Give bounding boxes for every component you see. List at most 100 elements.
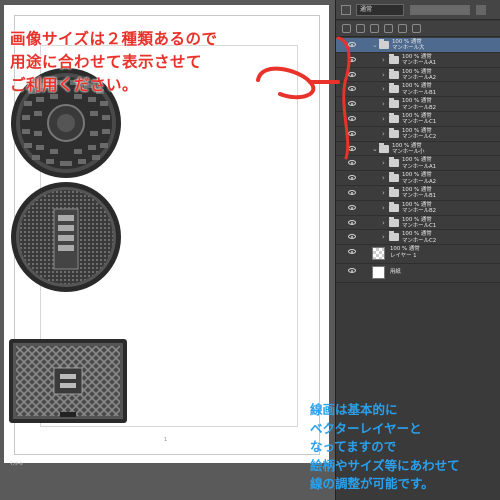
folder-icon — [389, 216, 399, 227]
layer-row[interactable]: 用紙 — [336, 264, 500, 284]
layer-name: 用紙 — [390, 269, 401, 276]
chevron-right-icon[interactable]: › — [382, 204, 385, 212]
layer-mode: 100 % 通常 — [390, 246, 420, 253]
layer-mode: 100 % 通常 — [402, 157, 432, 164]
layer-name: マンホール大 — [392, 45, 425, 52]
chevron-right-icon[interactable]: › — [382, 56, 385, 64]
layer-row[interactable]: › 100 % 通常 マンホールC1 — [336, 111, 500, 127]
folder-icon — [389, 68, 399, 79]
layer-name: レイヤー 1 — [390, 252, 417, 259]
reference-icon[interactable] — [356, 24, 365, 33]
chevron-right-icon[interactable]: › — [382, 233, 385, 241]
layer-label: 100 % 通常 マンホールB1 — [402, 83, 436, 96]
ruler-icon[interactable] — [398, 24, 407, 33]
layer-name: マンホールC1 — [402, 222, 437, 229]
chevron-down-icon[interactable]: ⌄ — [372, 41, 378, 49]
layer-row[interactable]: › 100 % 通常 マンホールA1 — [336, 52, 500, 68]
layer-thumbnail — [372, 247, 385, 261]
layer-row[interactable]: 100 % 通常 レイヤー 1 — [336, 245, 500, 265]
eye-icon[interactable] — [348, 42, 356, 47]
palette-icon[interactable] — [412, 24, 421, 33]
chevron-right-icon[interactable]: › — [382, 130, 385, 138]
layer-mode: 100 % 通常 — [402, 231, 432, 238]
blue-annotation-line: ベクターレイヤーと — [310, 420, 422, 436]
menu-icon[interactable] — [476, 5, 486, 15]
eye-icon[interactable] — [348, 71, 356, 77]
folder-icon — [389, 53, 399, 64]
chevron-right-icon[interactable]: › — [382, 159, 385, 167]
folder-icon — [389, 98, 399, 109]
folder-icon — [379, 39, 389, 49]
folder-icon — [389, 201, 399, 212]
canvas-area[interactable]: 1 ﾏﾝﾎｰﾙ 画像サイズは２種類あるので 用途に合わせて表示させて ご利用くだ… — [0, 0, 335, 500]
layer-mode: 100 % 通常 — [402, 98, 432, 105]
eye-icon[interactable] — [348, 175, 356, 181]
mask-icon[interactable] — [384, 24, 393, 33]
chevron-right-icon[interactable]: › — [382, 100, 385, 108]
layer-color-icon[interactable] — [341, 5, 351, 15]
canvas-footer-label: ﾏﾝﾎｰﾙ — [10, 461, 23, 467]
layer-name: マンホールA1 — [402, 60, 437, 67]
layer-row[interactable]: › 100 % 通常 マンホールC1 — [336, 215, 500, 231]
layer-label: 100 % 通常 マンホールB2 — [402, 98, 436, 111]
layer-name: マンホールC2 — [402, 134, 437, 141]
chevron-right-icon[interactable]: › — [382, 189, 385, 197]
layer-row[interactable]: › 100 % 通常 マンホールB2 — [336, 97, 500, 112]
chevron-right-icon[interactable]: › — [382, 219, 385, 227]
layer-row[interactable]: › 100 % 通常 マンホールB2 — [336, 200, 500, 216]
layer-name: マンホールB1 — [402, 193, 437, 200]
clip-icon[interactable] — [342, 24, 351, 33]
page-number: 1 — [164, 437, 168, 443]
eye-icon[interactable] — [348, 204, 356, 210]
eye-icon[interactable] — [348, 86, 356, 92]
red-annotation-line: 画像サイズは２種類あるので — [10, 30, 218, 48]
eye-icon[interactable] — [348, 268, 356, 274]
layer-row[interactable]: › 100 % 通常 マンホールA2 — [336, 171, 500, 186]
layer-label: 100 % 通常 マンホールA1 — [402, 157, 436, 170]
chevron-down-icon[interactable]: ⌄ — [372, 145, 378, 153]
folder-icon — [389, 186, 399, 197]
layer-row[interactable]: › 100 % 通常 マンホールA1 — [336, 156, 500, 172]
layer-name: マンホールB1 — [402, 89, 437, 96]
manhole-round-b — [11, 182, 121, 292]
layer-row[interactable]: › 100 % 通常 マンホールB1 — [336, 185, 500, 201]
layer-mode: 100 % 通常 — [402, 83, 432, 90]
blend-mode-select[interactable]: 通常 — [356, 4, 404, 16]
blue-annotation-line: 絵柄やサイズ等にあわせて — [310, 457, 460, 473]
layer-row[interactable]: ⌄ 100 % 通常 マンホール小 — [336, 141, 500, 157]
eye-icon[interactable] — [348, 219, 356, 225]
layer-row[interactable]: › 100 % 通常 マンホールA2 — [336, 67, 500, 83]
lock-icon[interactable] — [370, 24, 379, 33]
layer-label: 100 % 通常 マンホールA2 — [402, 69, 436, 82]
layer-name: マンホールC2 — [402, 237, 437, 244]
red-annotation: 画像サイズは２種類あるので 用途に合わせて表示させて ご利用ください。 — [10, 28, 290, 97]
layer-label: 100 % 通常 マンホールC1 — [402, 217, 436, 230]
layer-name: マンホールA2 — [402, 178, 437, 185]
layer-row[interactable]: › 100 % 通常 マンホールC2 — [336, 126, 500, 142]
blue-annotation-line: なってますので — [310, 439, 397, 454]
layer-row[interactable]: ⌄ 100 % 通常 マンホール大 — [336, 38, 500, 53]
chevron-right-icon[interactable]: › — [382, 115, 385, 123]
folder-icon — [389, 172, 399, 183]
app-window: 1 ﾏﾝﾎｰﾙ 画像サイズは２種類あるので 用途に合わせて表示させて ご利用くだ… — [0, 0, 500, 500]
eye-icon[interactable] — [348, 160, 356, 166]
chevron-right-icon[interactable]: › — [382, 71, 385, 79]
eye-icon[interactable] — [348, 189, 356, 195]
chevron-right-icon[interactable]: › — [382, 174, 385, 182]
folder-icon — [389, 83, 399, 94]
layer-row[interactable]: › 100 % 通常 マンホールC2 — [336, 230, 500, 246]
opacity-slider[interactable] — [410, 5, 470, 15]
layer-row[interactable]: › 100 % 通常 マンホールB1 — [336, 82, 500, 98]
layer-tool-icons — [336, 21, 500, 37]
chevron-right-icon[interactable]: › — [382, 85, 385, 93]
eye-icon[interactable] — [348, 234, 356, 240]
layer-label: 100 % 通常 マンホールB2 — [402, 202, 436, 215]
eye-icon[interactable] — [348, 101, 356, 107]
eye-icon[interactable] — [348, 249, 356, 255]
eye-icon[interactable] — [348, 115, 356, 121]
eye-icon[interactable] — [348, 145, 356, 151]
red-annotation-line: 用途に合わせて表示させて — [10, 53, 203, 71]
eye-icon[interactable] — [348, 130, 356, 136]
layer-label: 100 % 通常 マンホール大 — [392, 39, 424, 52]
eye-icon[interactable] — [348, 56, 356, 62]
